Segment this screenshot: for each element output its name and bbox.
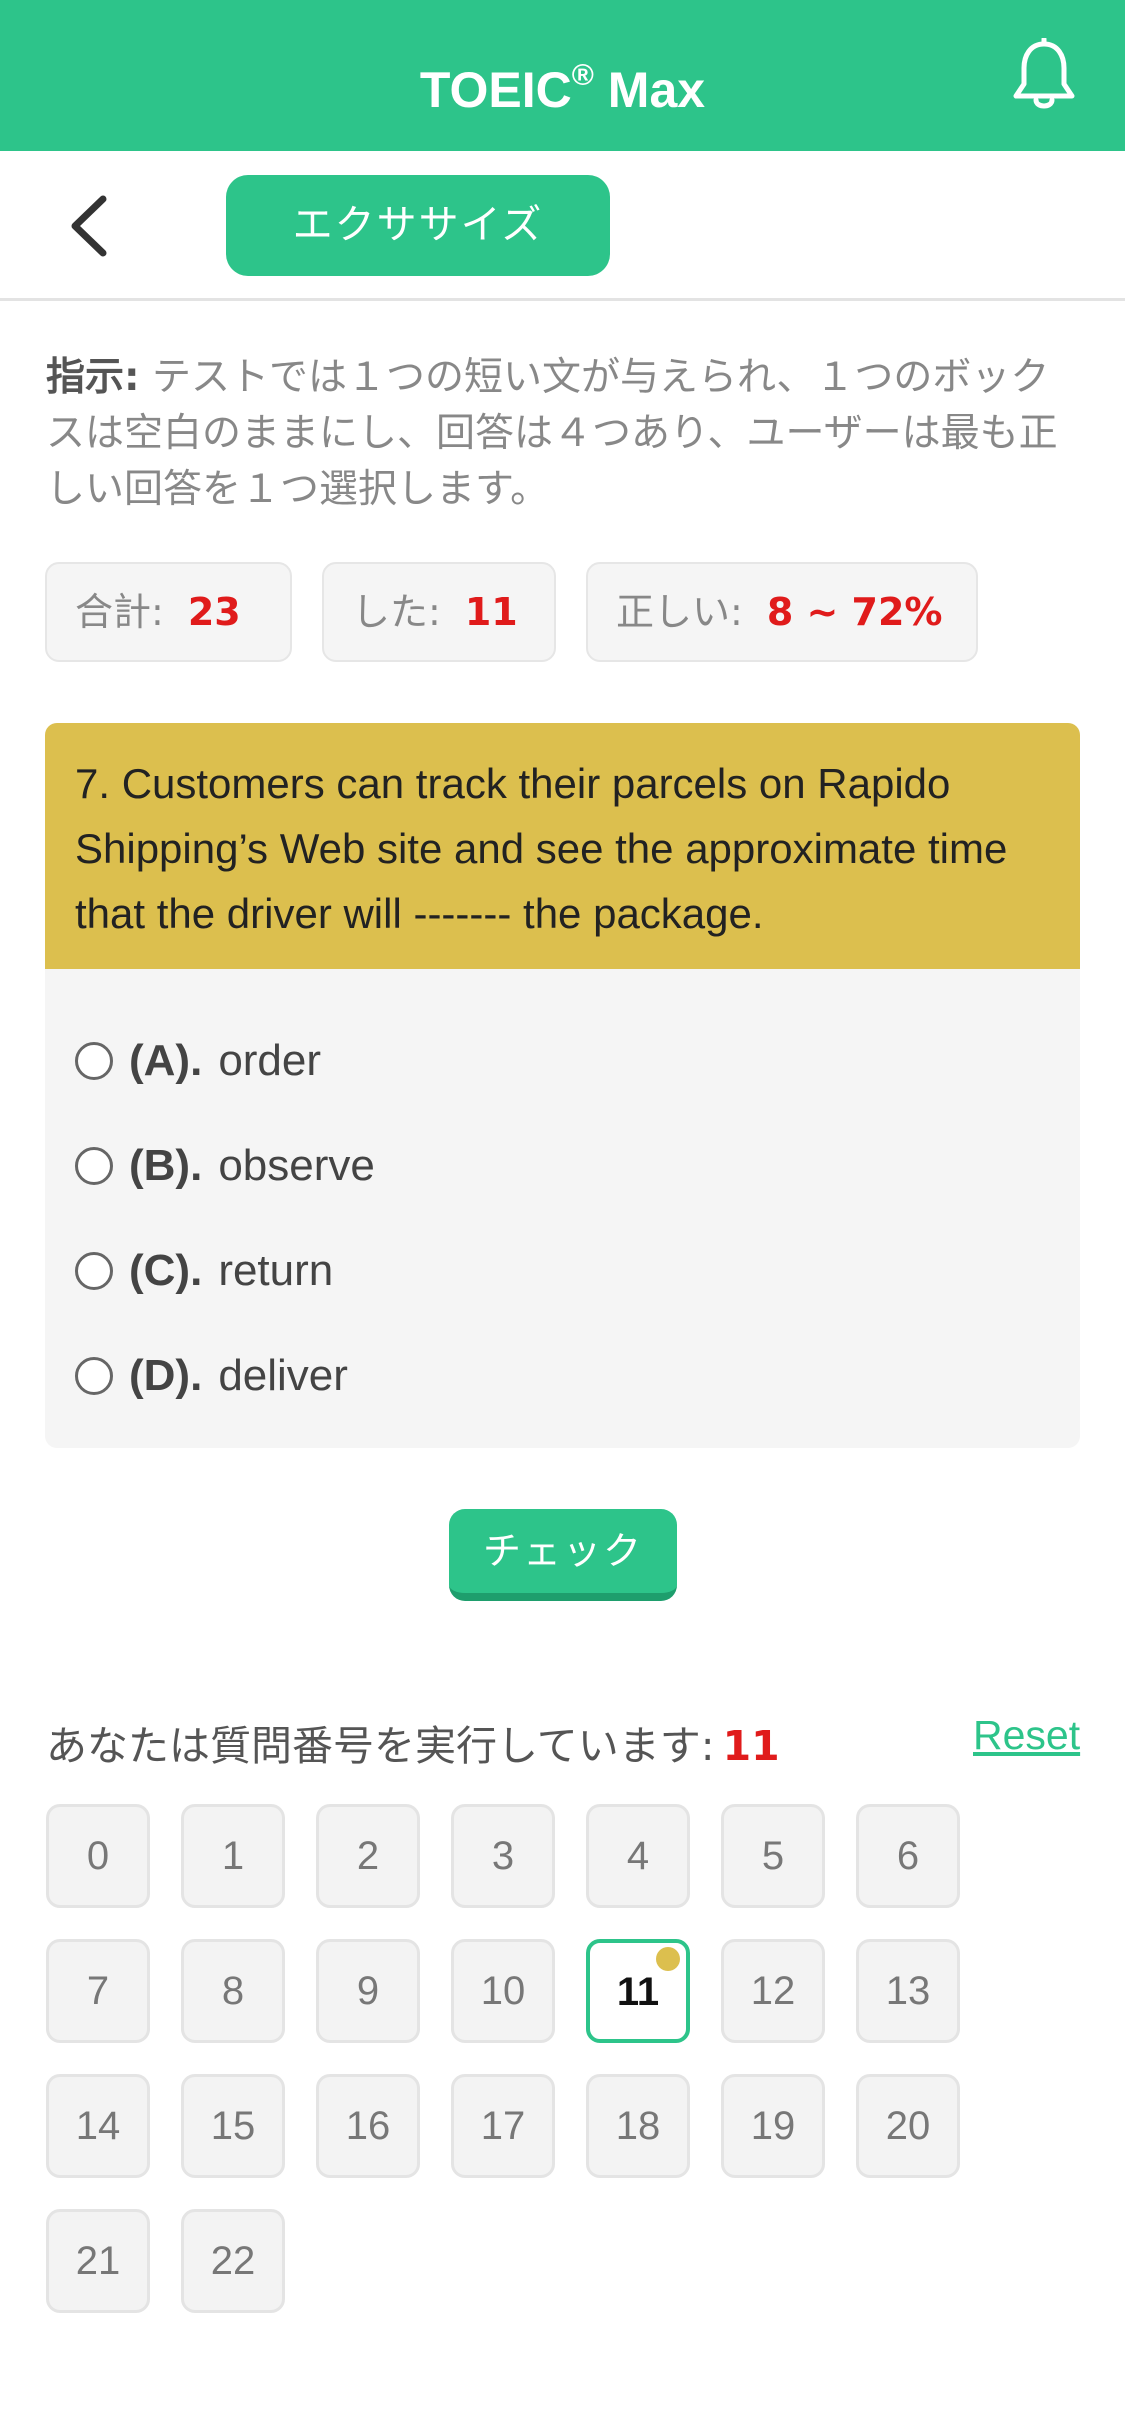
option-letter: (A). xyxy=(129,1036,203,1085)
question-text: 7. Customers can track their parcels on … xyxy=(45,723,1080,969)
question-number-label: 9 xyxy=(356,1969,380,2013)
question-number-label: 8 xyxy=(221,1969,245,2013)
question-number-button[interactable]: 18 xyxy=(586,2074,690,2178)
current-indicator-dot xyxy=(656,1947,680,1971)
question-number-button[interactable]: 14 xyxy=(46,2074,150,2178)
question-number-label: 12 xyxy=(750,1969,796,2013)
question-number-label: 13 xyxy=(885,1969,931,2013)
question-number-button[interactable]: 21 xyxy=(46,2209,150,2313)
question-number-button[interactable]: 5 xyxy=(721,1804,825,1908)
question-number-button[interactable]: 20 xyxy=(856,2074,960,2178)
question-number-label: 4 xyxy=(626,1834,650,1878)
question-number-button[interactable]: 8 xyxy=(181,1939,285,2043)
sub-toolbar: エクササイズ xyxy=(0,151,1125,301)
option-d[interactable]: (D). deliver xyxy=(75,1341,348,1411)
question-number-button[interactable]: 2 xyxy=(316,1804,420,1908)
stat-correct-value: 8 ~ 72% xyxy=(766,590,943,634)
question-number-button[interactable]: 9 xyxy=(316,1939,420,2043)
option-text: observe xyxy=(218,1141,375,1190)
instruction-text: 指示: テストでは１つの短い文が与えられ、１つのボックスは空白のままにし、回答は… xyxy=(46,350,1076,518)
question-number-label: 7 xyxy=(86,1969,110,2013)
question-number-button[interactable]: 1 xyxy=(181,1804,285,1908)
question-number-button[interactable]: 17 xyxy=(451,2074,555,2178)
bell-icon[interactable] xyxy=(1010,38,1078,112)
stat-total-label: 合計: xyxy=(75,590,164,634)
option-text: deliver xyxy=(218,1351,348,1400)
question-number-button[interactable]: 4 xyxy=(586,1804,690,1908)
option-b[interactable]: (B). observe xyxy=(75,1131,375,1201)
reset-link[interactable]: Reset xyxy=(973,1712,1080,1759)
back-arrow-icon[interactable] xyxy=(65,193,115,259)
question-number-button[interactable]: 15 xyxy=(181,2074,285,2178)
stat-done-label: した: xyxy=(352,590,441,634)
question-number-button[interactable]: 19 xyxy=(721,2074,825,2178)
option-a[interactable]: (A). order xyxy=(75,1026,321,1096)
progress-text: あなたは質問番号を実行しています: 11 xyxy=(46,1712,780,1772)
exercise-tab-button[interactable]: エクササイズ xyxy=(226,175,610,276)
question-number-button[interactable]: 22 xyxy=(181,2209,285,2313)
option-text: return xyxy=(218,1246,334,1295)
question-number-button[interactable]: 11 xyxy=(586,1939,690,2043)
question-number-button[interactable]: 16 xyxy=(316,2074,420,2178)
question-number-label: 19 xyxy=(750,2104,796,2148)
question-number-label: 21 xyxy=(75,2239,121,2283)
question-number-button[interactable]: 12 xyxy=(721,1939,825,2043)
instruction-label: 指示: xyxy=(46,355,140,400)
option-c[interactable]: (C). return xyxy=(75,1236,333,1306)
question-card: 7. Customers can track their parcels on … xyxy=(45,723,1080,1448)
check-button[interactable]: チェック xyxy=(449,1509,677,1601)
question-number-label: 0 xyxy=(86,1834,110,1878)
question-number-button[interactable]: 3 xyxy=(451,1804,555,1908)
stat-total-value: 23 xyxy=(187,590,241,634)
option-letter: (D). xyxy=(129,1351,203,1400)
stat-done: した: 11 xyxy=(322,562,556,662)
stat-total: 合計: 23 xyxy=(45,562,292,662)
question-number-label: 3 xyxy=(491,1834,515,1878)
question-number-button[interactable]: 13 xyxy=(856,1939,960,2043)
question-number-label: 15 xyxy=(210,2104,256,2148)
radio-button[interactable] xyxy=(75,1042,113,1080)
question-number-label: 22 xyxy=(210,2239,256,2283)
question-number-label: 2 xyxy=(356,1834,380,1878)
question-number-label: 10 xyxy=(480,1969,526,2013)
instruction-body: テストでは１つの短い文が与えられ、１つのボックスは空白のままにし、回答は４つあり… xyxy=(46,355,1058,512)
app-title: TOEIC® Max xyxy=(419,59,706,118)
option-text: order xyxy=(218,1036,322,1085)
radio-button[interactable] xyxy=(75,1357,113,1395)
option-letter: (C). xyxy=(129,1246,203,1295)
question-number-label: 16 xyxy=(345,2104,391,2148)
question-number-label: 18 xyxy=(615,2104,661,2148)
option-letter: (B). xyxy=(129,1141,203,1190)
radio-button[interactable] xyxy=(75,1147,113,1185)
question-number-label: 5 xyxy=(761,1834,785,1878)
app-header: TOEIC® Max xyxy=(0,0,1125,151)
question-number-label: 20 xyxy=(885,2104,931,2148)
question-number-label: 14 xyxy=(75,2104,121,2148)
progress-label: あなたは質問番号を実行しています: xyxy=(46,1722,715,1770)
stat-correct: 正しい: 8 ~ 72% xyxy=(586,562,978,662)
stat-correct-label: 正しい: xyxy=(616,590,743,634)
question-number-label: 11 xyxy=(616,1970,660,2014)
question-number-button[interactable]: 10 xyxy=(451,1939,555,2043)
question-number-label: 6 xyxy=(896,1834,920,1878)
question-number-label: 1 xyxy=(221,1834,245,1878)
stat-done-value: 11 xyxy=(464,590,518,634)
registered-mark: ® xyxy=(571,59,594,92)
question-number-button[interactable]: 7 xyxy=(46,1939,150,2043)
question-number-button[interactable]: 6 xyxy=(856,1804,960,1908)
question-number-button[interactable]: 0 xyxy=(46,1804,150,1908)
radio-button[interactable] xyxy=(75,1252,113,1290)
question-number-label: 17 xyxy=(480,2104,526,2148)
progress-current-number: 11 xyxy=(722,1722,780,1770)
